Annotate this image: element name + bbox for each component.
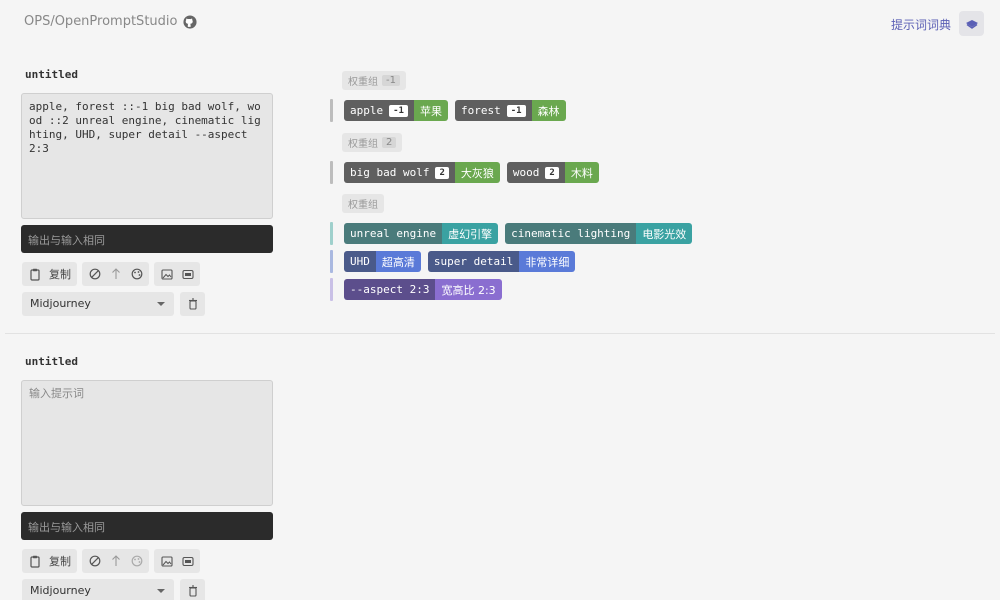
tool-group	[82, 262, 149, 286]
section-title: untitled	[25, 68, 78, 81]
token-text: apple	[350, 104, 384, 117]
token-text: UHD	[350, 255, 370, 268]
group-weight: 2	[382, 137, 397, 148]
image-icon[interactable]	[160, 268, 173, 281]
brand-link[interactable]: OPS/OpenPromptStudio	[24, 14, 198, 29]
group-bar	[330, 278, 333, 301]
token-forest[interactable]: forest -1 森林	[454, 100, 566, 121]
section-divider	[5, 333, 995, 334]
action-toolbar: 复制	[22, 549, 200, 573]
copy-label: 复制	[49, 555, 71, 568]
group-label-text: 权重组	[348, 77, 378, 88]
model-row: Midjourney	[22, 579, 205, 600]
github-icon[interactable]	[183, 14, 198, 29]
token-weight: -1	[389, 104, 408, 117]
copy-icon	[28, 555, 41, 568]
token-text: forest	[460, 104, 501, 117]
token-translation: 森林	[531, 100, 566, 121]
output-field[interactable]: 输出与输入相同	[21, 512, 273, 540]
token-text: unreal engine	[350, 227, 437, 240]
copy-label: 复制	[49, 268, 71, 281]
clear-icon[interactable]	[88, 555, 101, 568]
token-text: wood	[512, 166, 540, 179]
model-select[interactable]: Midjourney	[22, 579, 174, 600]
token-row: --aspect 2:3 宽高比 2:3	[330, 278, 509, 301]
model-select-value: Midjourney	[30, 297, 91, 310]
token-weight: -1	[506, 104, 526, 117]
token-big-bad-wolf[interactable]: big bad wolf 2 大灰狼	[344, 162, 500, 183]
token-translation: 超高清	[375, 251, 421, 272]
token-wood[interactable]: wood 2 木料	[506, 162, 599, 183]
prompt-dictionary-link[interactable]: 提示词词典	[891, 16, 951, 33]
token-translation: 苹果	[413, 100, 448, 121]
palette-icon[interactable]	[130, 268, 143, 281]
token-text: --aspect 2:3	[350, 283, 430, 296]
keyboard-icon[interactable]	[181, 555, 194, 568]
model-select-value: Midjourney	[30, 584, 91, 597]
prompt-input[interactable]: apple, forest ::-1 big bad wolf, wood ::…	[21, 93, 273, 219]
weight-group-label: 权重组	[342, 194, 384, 213]
group-bar	[330, 161, 333, 184]
token-text: big bad wolf	[350, 166, 430, 179]
token-row: unreal engine 虚幻引擎 cinematic lighting 电影…	[330, 222, 699, 245]
image-icon[interactable]	[160, 555, 173, 568]
copy-button[interactable]: 复制	[22, 549, 77, 573]
prompt-input[interactable]: 输入提示词	[21, 380, 273, 506]
book-icon	[965, 19, 978, 29]
keyboard-icon[interactable]	[181, 268, 194, 281]
clear-icon[interactable]	[88, 268, 101, 281]
model-select[interactable]: Midjourney	[22, 292, 174, 316]
trash-icon	[188, 298, 197, 310]
token-translation: 虚幻引擎	[442, 223, 499, 244]
token-unreal-engine[interactable]: unreal engine 虚幻引擎	[344, 223, 499, 244]
weight-group-label: 权重组 2	[342, 133, 403, 152]
media-group	[154, 262, 200, 286]
group-bar	[330, 222, 333, 245]
weight-group-label: 权重组 -1	[342, 71, 406, 90]
copy-button[interactable]: 复制	[22, 262, 77, 286]
token-translation: 木料	[564, 162, 599, 183]
chevron-down-icon	[157, 302, 165, 306]
token-aspect[interactable]: --aspect 2:3 宽高比 2:3	[344, 279, 502, 300]
group-label-text: 权重组	[348, 139, 378, 150]
app-header: OPS/OpenPromptStudio 提示词词典	[0, 0, 1000, 46]
token-row: apple -1 苹果 forest -1 森林	[330, 99, 573, 122]
trash-icon	[188, 585, 197, 597]
group-bar	[330, 250, 333, 273]
token-uhd[interactable]: UHD 超高清	[344, 251, 421, 272]
palette-icon[interactable]	[130, 555, 143, 568]
dictionary-button[interactable]	[959, 11, 984, 36]
arrow-up-icon[interactable]	[109, 268, 122, 281]
chevron-down-icon	[157, 589, 165, 593]
section-title: untitled	[25, 355, 78, 368]
token-translation: 非常详细	[519, 251, 576, 272]
model-row: Midjourney	[22, 292, 205, 316]
token-cinematic-lighting[interactable]: cinematic lighting 电影光效	[505, 223, 693, 244]
action-toolbar: 复制	[22, 262, 200, 286]
delete-button[interactable]	[180, 579, 205, 600]
token-translation: 大灰狼	[454, 162, 500, 183]
brand-name: OPS/OpenPromptStudio	[24, 14, 178, 29]
media-group	[154, 549, 200, 573]
group-weight: -1	[382, 75, 400, 86]
delete-button[interactable]	[180, 292, 205, 316]
token-translation: 宽高比 2:3	[435, 279, 502, 300]
arrow-up-icon[interactable]	[109, 555, 122, 568]
output-field[interactable]: 输出与输入相同	[21, 225, 273, 253]
copy-icon	[28, 268, 41, 281]
token-apple[interactable]: apple -1 苹果	[344, 100, 448, 121]
token-translation: 电影光效	[636, 223, 693, 244]
token-weight: 2	[435, 166, 449, 179]
group-bar	[330, 99, 333, 122]
token-row: big bad wolf 2 大灰狼 wood 2 木料	[330, 161, 606, 184]
token-text: cinematic lighting	[511, 227, 631, 240]
token-super-detail[interactable]: super detail 非常详细	[427, 251, 576, 272]
token-weight: 2	[545, 166, 559, 179]
token-row: UHD 超高清 super detail 非常详细	[330, 250, 582, 273]
tool-group	[82, 549, 149, 573]
group-label-text: 权重组	[348, 200, 378, 211]
token-text: super detail	[433, 255, 514, 268]
